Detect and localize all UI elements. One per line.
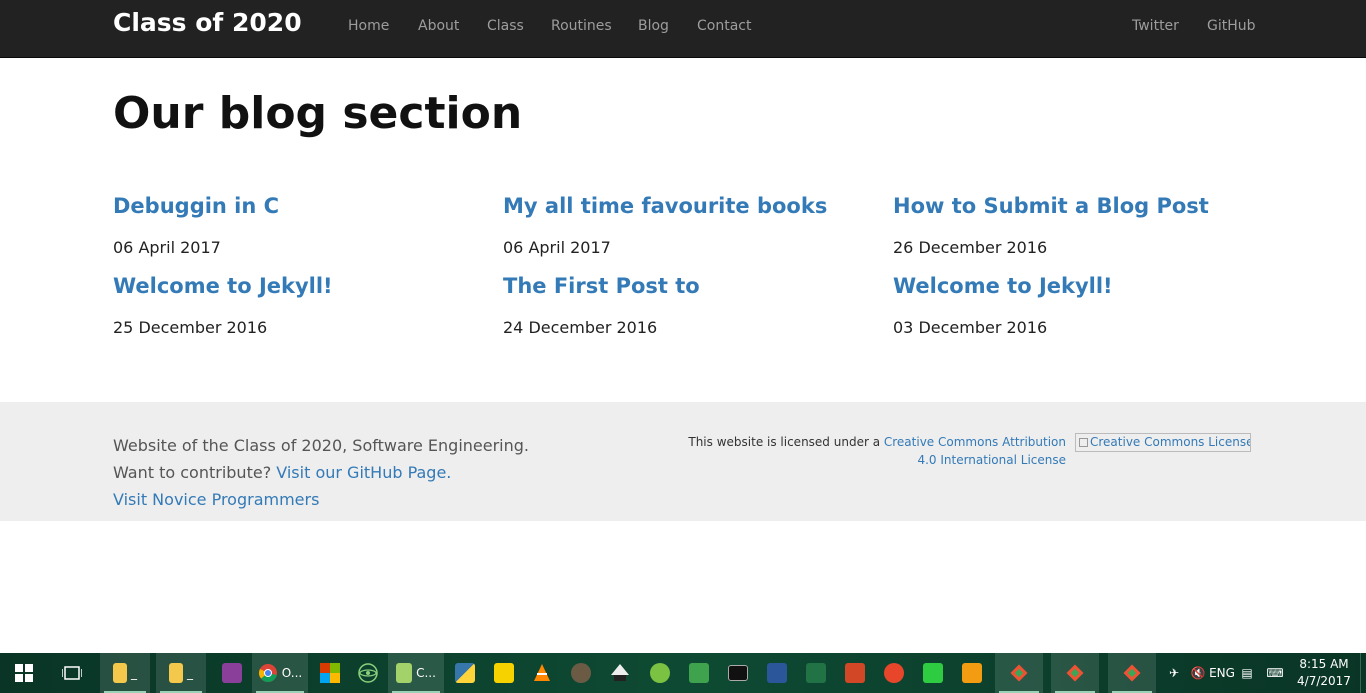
- clock-date: 4/7/2017: [1297, 674, 1351, 688]
- gimp-icon: [571, 663, 591, 683]
- post-date: 25 December 2016: [113, 318, 268, 337]
- taskbar-git-1[interactable]: [995, 653, 1043, 693]
- footer-novice: Visit Novice Programmers: [113, 490, 319, 509]
- git-icon: [1010, 664, 1028, 682]
- task-view-button[interactable]: [48, 653, 96, 693]
- start-button[interactable]: [0, 653, 48, 693]
- excel-icon: [806, 663, 826, 683]
- start-icon: [15, 664, 33, 682]
- show-desktop-button[interactable]: [1360, 653, 1366, 693]
- volume-muted-icon[interactable]: 🔇: [1186, 653, 1210, 693]
- license-image[interactable]: Creative Commons License: [1075, 433, 1251, 452]
- file-explorer-icon: [169, 663, 183, 683]
- notepad-icon: [396, 663, 413, 683]
- taskbar-git-3[interactable]: [1108, 653, 1156, 693]
- site-brand[interactable]: Class of 2020: [113, 8, 302, 37]
- powerpoint-icon: [845, 663, 865, 683]
- taskbar-media-player[interactable]: [948, 653, 996, 693]
- page-title: Our blog section: [113, 88, 523, 139]
- airplane-mode-icon[interactable]: ✈: [1162, 653, 1186, 693]
- nav-home[interactable]: Home: [348, 18, 389, 34]
- taskbar-winrar[interactable]: [208, 653, 256, 693]
- winrar-icon: [222, 663, 242, 683]
- taskbar-clock[interactable]: 8:15 AM 4/7/2017: [1296, 656, 1352, 690]
- settings-icon: [923, 663, 943, 683]
- taskbar-atom[interactable]: [344, 653, 392, 693]
- license-link-line2[interactable]: 4.0 International License: [917, 453, 1066, 467]
- footer-contribute: Want to contribute? Visit our GitHub Pag…: [113, 463, 451, 482]
- post-title-link[interactable]: The First Post to: [503, 274, 700, 298]
- taskbar-git-2[interactable]: [1051, 653, 1099, 693]
- media-player-icon: [962, 663, 982, 683]
- nav-twitter[interactable]: Twitter: [1132, 18, 1179, 34]
- broken-image-icon: [1079, 438, 1088, 447]
- license-prefix: This website is licensed under a: [688, 435, 884, 449]
- license-link[interactable]: Creative Commons Attribution: [884, 435, 1066, 449]
- terminal-icon: [728, 665, 748, 681]
- taskbar-label: _: [187, 666, 193, 680]
- post-title-link[interactable]: How to Submit a Blog Post: [893, 194, 1209, 218]
- github-page-link[interactable]: Visit our GitHub Page.: [276, 463, 451, 482]
- novice-programmers-link[interactable]: Visit Novice Programmers: [113, 490, 319, 509]
- atom-icon: [358, 663, 378, 683]
- footer-contribute-text: Want to contribute?: [113, 463, 277, 482]
- language-icon[interactable]: ENG: [1209, 653, 1235, 693]
- post-date: 06 April 2017: [113, 238, 221, 257]
- post-date: 03 December 2016: [893, 318, 1048, 337]
- post-title-link[interactable]: Welcome to Jekyll!: [113, 274, 333, 298]
- post-title-link[interactable]: Debuggin in C: [113, 194, 279, 218]
- inkscape-icon: [611, 664, 629, 681]
- app-icon: [320, 663, 340, 683]
- python-icon: [455, 663, 475, 683]
- license-image-alt: Creative Commons License: [1090, 435, 1251, 449]
- post-date: 06 April 2017: [503, 238, 611, 257]
- task-view-icon: [62, 666, 82, 680]
- keyboard-icon[interactable]: ⌨: [1262, 653, 1288, 693]
- nav-routines[interactable]: Routines: [551, 18, 612, 34]
- vlc-icon: [534, 664, 550, 681]
- footer-description: Website of the Class of 2020, Software E…: [113, 436, 529, 455]
- post-title-link[interactable]: Welcome to Jekyll!: [893, 274, 1113, 298]
- post-date: 26 December 2016: [893, 238, 1048, 257]
- chrome-icon: [258, 664, 277, 682]
- taskbar-notepad[interactable]: C...: [388, 653, 444, 693]
- taskbar-label: C...: [416, 666, 436, 680]
- taskbar-label: _: [131, 666, 137, 680]
- nav-contact[interactable]: Contact: [697, 18, 751, 34]
- file-explorer-icon: [113, 663, 127, 683]
- post-title-link[interactable]: My all time favourite books: [503, 194, 827, 218]
- nav-blog[interactable]: Blog: [638, 18, 669, 34]
- pdf-icon: [494, 663, 514, 683]
- clock-time: 8:15 AM: [1299, 657, 1349, 671]
- top-navbar: Class of 2020 Home About Class Routines …: [0, 0, 1366, 58]
- site-footer: Website of the Class of 2020, Software E…: [0, 402, 1366, 521]
- license-text: This website is licensed under a Creativ…: [688, 433, 1066, 469]
- action-center-icon[interactable]: ▤: [1236, 653, 1258, 693]
- taskbar-label: O...: [281, 666, 303, 680]
- nav-github[interactable]: GitHub: [1207, 18, 1256, 34]
- camtasia-icon: [689, 663, 709, 683]
- app-icon: [650, 663, 670, 683]
- git-icon: [1123, 664, 1141, 682]
- git-icon: [1066, 664, 1084, 682]
- taskbar-chrome[interactable]: O...: [252, 653, 308, 693]
- nav-about[interactable]: About: [418, 18, 459, 34]
- post-date: 24 December 2016: [503, 318, 658, 337]
- taskbar-explorer-2[interactable]: _: [156, 653, 206, 693]
- ccleaner-icon: [884, 663, 904, 683]
- taskbar-explorer-1[interactable]: _: [100, 653, 150, 693]
- nav-class[interactable]: Class: [487, 18, 524, 34]
- word-icon: [767, 663, 787, 683]
- windows-taskbar: _ _ O... C... ✈ 🔇 ENG ▤ ⌨: [0, 653, 1366, 693]
